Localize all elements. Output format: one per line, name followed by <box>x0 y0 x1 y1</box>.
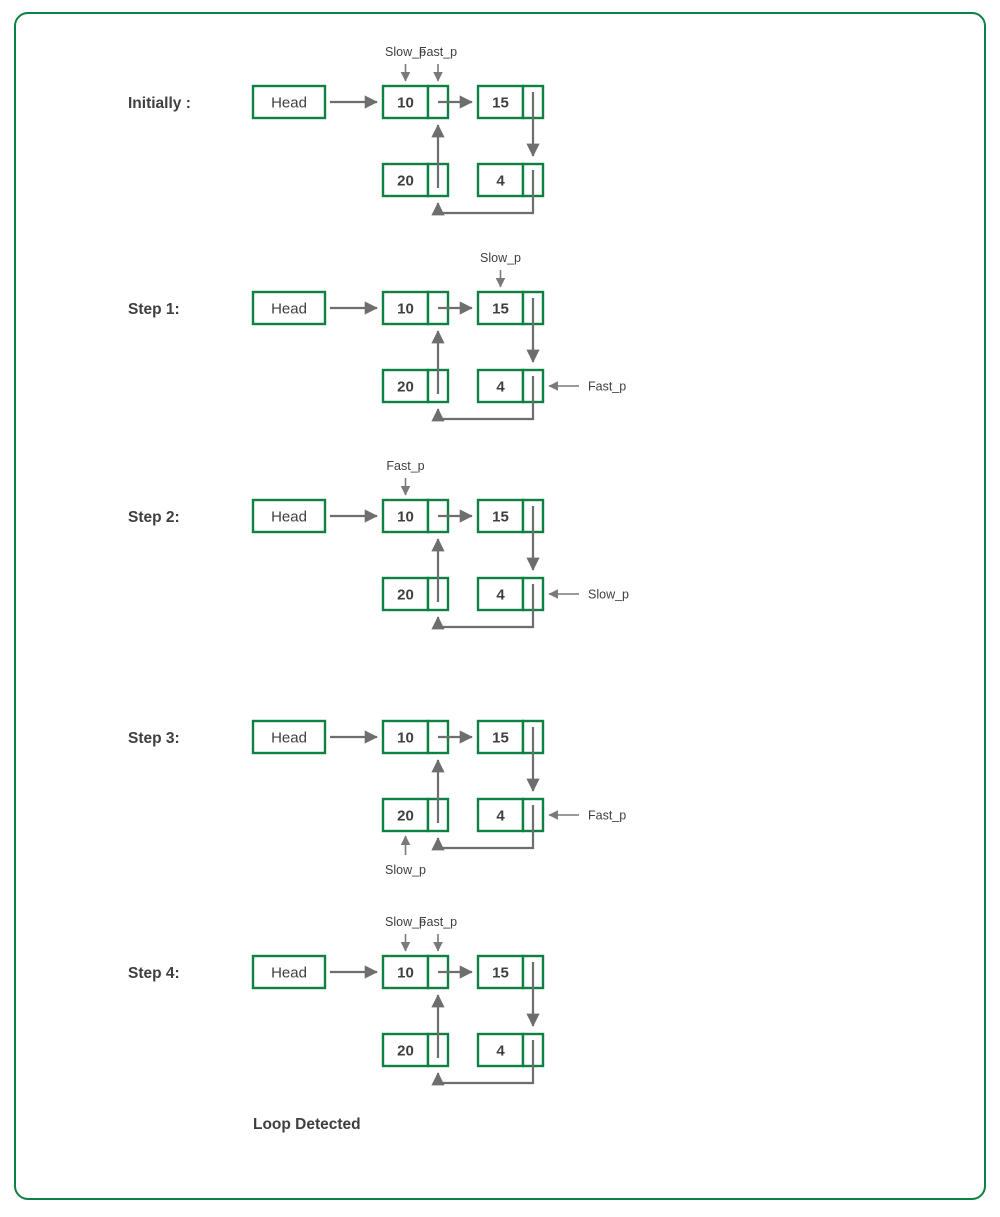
node-value: 10 <box>397 95 414 112</box>
node-value: 20 <box>397 808 414 825</box>
node-value: 20 <box>397 173 414 190</box>
node-value: 10 <box>397 730 414 747</box>
node-value: 15 <box>492 301 509 318</box>
node-value: 4 <box>496 587 505 604</box>
head-label: Head <box>271 301 307 318</box>
diagram-stage: Initially : Head 10 15 20 4 Slow_p Fast_p Step 1… <box>0 0 1000 1217</box>
head-label: Head <box>271 509 307 526</box>
pointer-slow_p: Slow_p <box>480 251 521 288</box>
loop-detected-label: Loop Detected <box>253 1116 361 1133</box>
step-label: Step 2: <box>128 509 180 526</box>
node-value: 10 <box>397 301 414 318</box>
diagram-step-initially: Initially : Head 10 1520 4Slow_pFast_p <box>128 45 545 216</box>
pointer-fast_p: Fast_p <box>548 809 626 823</box>
pointer-label: Fast_p <box>419 45 457 59</box>
pointer-slow_p: Slow_p <box>548 588 629 602</box>
step-label: Step 1: <box>128 301 180 318</box>
pointer-fast_p: Fast_p <box>548 380 626 394</box>
node-value: 4 <box>496 173 505 190</box>
pointer-label: Fast_p <box>419 915 457 929</box>
node-value: 10 <box>397 509 414 526</box>
node-value: 4 <box>496 379 505 396</box>
head-label: Head <box>271 95 307 112</box>
node-value: 20 <box>397 379 414 396</box>
diagram-step-step4: Step 4: Head 10 1520 4Slow_pFast_p <box>128 915 545 1086</box>
pointer-label: Slow_p <box>385 863 426 877</box>
pointer-label: Slow_p <box>588 588 629 602</box>
step-label: Step 3: <box>128 730 180 747</box>
linked-list-cycle-diagram: Initially : Head 10 1520 4Slow_pFast_pStep 1… <box>128 45 629 1133</box>
pointer-label: Fast_p <box>588 380 626 394</box>
pointer-fast_p: Fast_p <box>386 459 425 496</box>
node-value: 20 <box>397 587 414 604</box>
pointer-slow_p: Slow_p <box>385 835 426 877</box>
node-value: 15 <box>492 95 509 112</box>
node-value: 4 <box>496 1043 505 1060</box>
head-label: Head <box>271 730 307 747</box>
node-value: 15 <box>492 509 509 526</box>
pointer-label: Slow_p <box>480 251 521 265</box>
head-label: Head <box>271 965 307 982</box>
node-value: 15 <box>492 965 509 982</box>
pointer-fast_p: Fast_p <box>419 45 457 82</box>
step-label: Step 4: <box>128 965 180 982</box>
pointer-label: Fast_p <box>588 809 626 823</box>
step-label: Initially : <box>128 95 191 112</box>
diagram-step-step2: Step 2: Head 10 15 20 4 Fast_p Slow_p <box>128 459 629 630</box>
node-value: 10 <box>397 965 414 982</box>
diagram-step-step1: Step 1: Head 10 15 20 4 Slow_p Fast_p <box>128 251 626 422</box>
node-value: 15 <box>492 730 509 747</box>
node-value: 20 <box>397 1043 414 1060</box>
node-value: 4 <box>496 808 505 825</box>
diagram-step-step3: Step 3: Head 10 15 20 4 Slow_p Fast_p <box>128 719 626 877</box>
pointer-fast_p: Fast_p <box>419 915 457 952</box>
pointer-label: Fast_p <box>386 459 424 473</box>
